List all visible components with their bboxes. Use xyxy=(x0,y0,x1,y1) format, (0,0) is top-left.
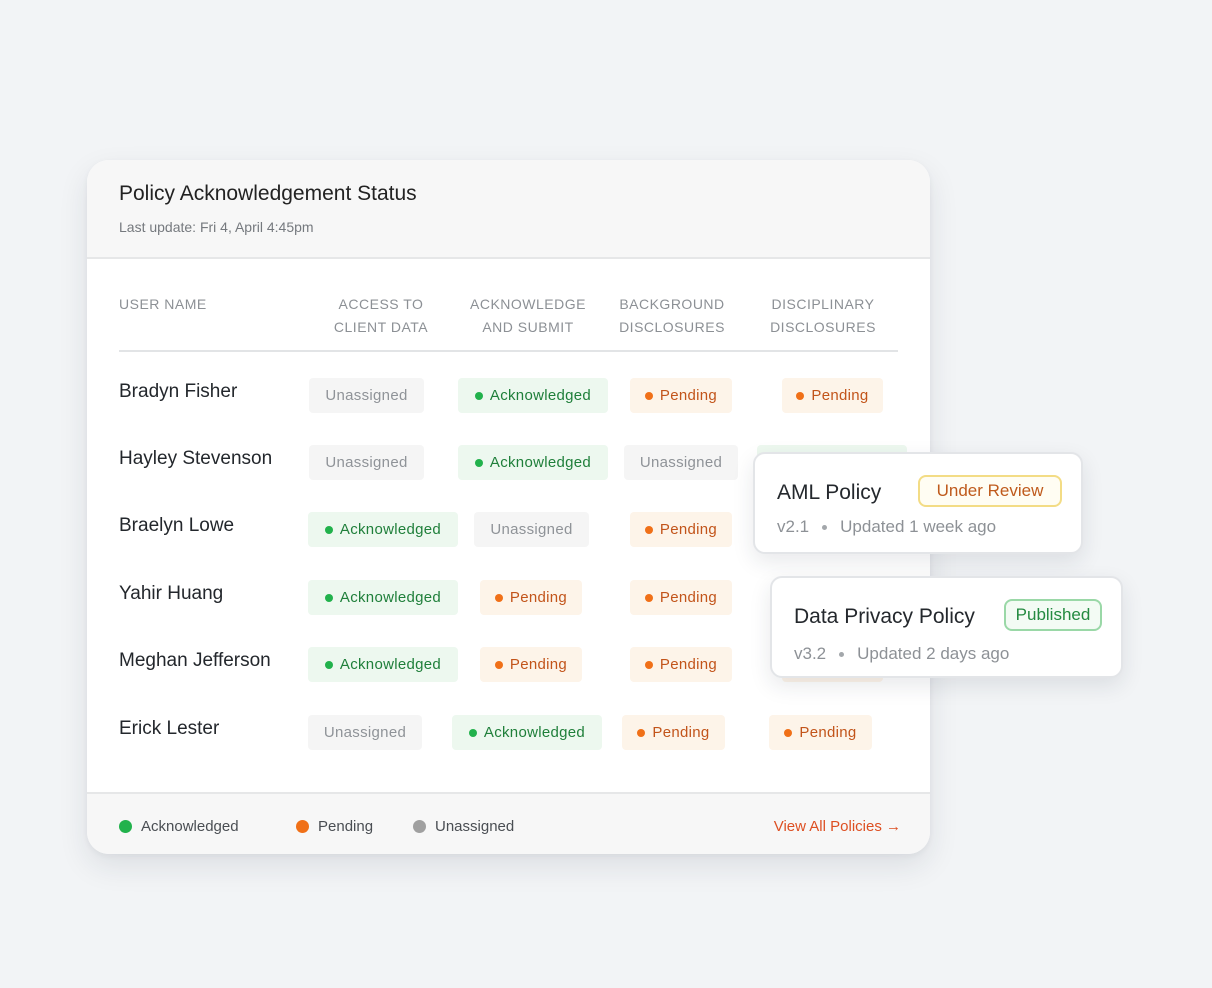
policy-card-data-privacy[interactable]: Data Privacy Policy Published v3.2 Updat… xyxy=(770,576,1123,678)
pending-dot-icon xyxy=(494,593,503,602)
legend-acknowledged: Acknowledged xyxy=(119,818,239,835)
header-divider xyxy=(119,350,898,352)
row-user-name: Yahir Huang xyxy=(119,583,224,604)
pending-dot-icon xyxy=(494,660,503,669)
policy-card-title: AML Policy xyxy=(777,481,882,504)
separator-dot-icon xyxy=(822,524,828,530)
status-badge-acknowledged: Acknowledged xyxy=(452,715,602,750)
status-badge-pending: Pending xyxy=(630,580,732,615)
status-badge-unassigned: Unassigned xyxy=(309,378,424,413)
acknowledged-dot-icon xyxy=(468,728,477,737)
acknowledged-dot-icon xyxy=(324,593,333,602)
policy-card-title: Data Privacy Policy xyxy=(794,605,975,628)
last-update-text: Last update: Fri 4, April 4:45pm xyxy=(119,219,314,235)
pending-dot-icon xyxy=(637,728,646,737)
row-user-name: Bradyn Fisher xyxy=(119,381,238,402)
status-badge-acknowledged: Acknowledged xyxy=(458,445,608,480)
acknowledged-dot-icon xyxy=(324,660,333,669)
pending-dot-icon xyxy=(796,391,805,400)
acknowledged-dot-icon xyxy=(119,820,132,833)
pending-dot-icon xyxy=(644,660,653,669)
legend-label: Acknowledged xyxy=(141,818,239,835)
acknowledged-dot-icon xyxy=(324,525,333,534)
status-badge-pending: Pending xyxy=(630,512,732,547)
column-header-background-disclosures: BACKGROUND DISCLOSURES xyxy=(619,296,725,335)
status-badge-unassigned: Unassigned xyxy=(474,512,589,547)
policy-version: v3.2 xyxy=(794,644,827,663)
legend-unassigned: Unassigned xyxy=(413,818,514,835)
unassigned-dot-icon xyxy=(413,820,426,833)
pending-dot-icon xyxy=(644,391,653,400)
policy-updated: Updated 1 week ago xyxy=(840,517,997,536)
row-user-name: Erick Lester xyxy=(119,718,220,739)
view-all-policies-link[interactable]: View All Policies → xyxy=(774,818,901,835)
status-badge-unassigned: Unassigned xyxy=(624,445,738,480)
pending-dot-icon xyxy=(644,525,653,534)
status-badge-pending: Pending xyxy=(630,647,732,682)
card-title: Policy Acknowledgement Status xyxy=(119,182,417,205)
status-badge-unassigned: Unassigned xyxy=(309,445,424,480)
legend-label: Unassigned xyxy=(435,818,515,835)
acknowledged-dot-icon xyxy=(474,458,483,467)
status-badge-acknowledged: Acknowledged xyxy=(308,512,458,547)
status-badge-pending: Pending xyxy=(480,580,582,615)
status-badge-under-review: Under Review xyxy=(918,475,1062,507)
status-badge-published: Published xyxy=(1004,599,1102,631)
legend-label: Pending xyxy=(318,818,374,835)
pending-dot-icon xyxy=(296,820,309,833)
status-badge-unassigned: Unassigned xyxy=(308,715,422,750)
column-header-acknowledge-and-submit: ACKNOWLEDGE AND SUBMIT xyxy=(470,296,586,335)
row-user-name: Braelyn Lowe xyxy=(119,515,235,536)
row-user-name: Hayley Stevenson xyxy=(119,448,273,469)
status-badge-acknowledged: Acknowledged xyxy=(308,647,458,682)
pending-dot-icon xyxy=(644,593,653,602)
policy-updated: Updated 2 days ago xyxy=(857,644,1010,663)
status-badge-pending: Pending xyxy=(622,715,725,750)
status-badge-acknowledged: Acknowledged xyxy=(458,378,608,413)
policy-card-aml[interactable]: AML Policy Under Review v2.1 Updated 1 w… xyxy=(753,452,1083,554)
acknowledged-dot-icon xyxy=(474,391,483,400)
column-header-user-name: USER NAME xyxy=(119,296,207,312)
card-footer: Acknowledged Pending Unassigned View All… xyxy=(87,792,930,854)
status-badge-acknowledged: Acknowledged xyxy=(308,580,458,615)
legend-pending: Pending xyxy=(296,818,373,835)
pending-dot-icon xyxy=(784,728,793,737)
status-badge-pending: Pending xyxy=(782,378,883,413)
card-header: Policy Acknowledgement Status Last updat… xyxy=(87,160,930,259)
policy-card-meta: v3.2 Updated 2 days ago xyxy=(794,644,1009,664)
separator-dot-icon xyxy=(839,651,845,657)
column-header-access-to-client-data: ACCESS TO CLIENT DATA xyxy=(333,296,429,335)
column-header-disciplinary-disclosures: DISCIPLINARY DISCLOSURES xyxy=(770,296,876,335)
policy-version: v2.1 xyxy=(777,517,810,536)
status-badge-pending: Pending xyxy=(769,715,872,750)
policy-card-meta: v2.1 Updated 1 week ago xyxy=(777,517,996,537)
status-badge-pending: Pending xyxy=(480,647,582,682)
status-badge-pending: Pending xyxy=(630,378,732,413)
row-user-name: Meghan Jefferson xyxy=(119,650,271,671)
